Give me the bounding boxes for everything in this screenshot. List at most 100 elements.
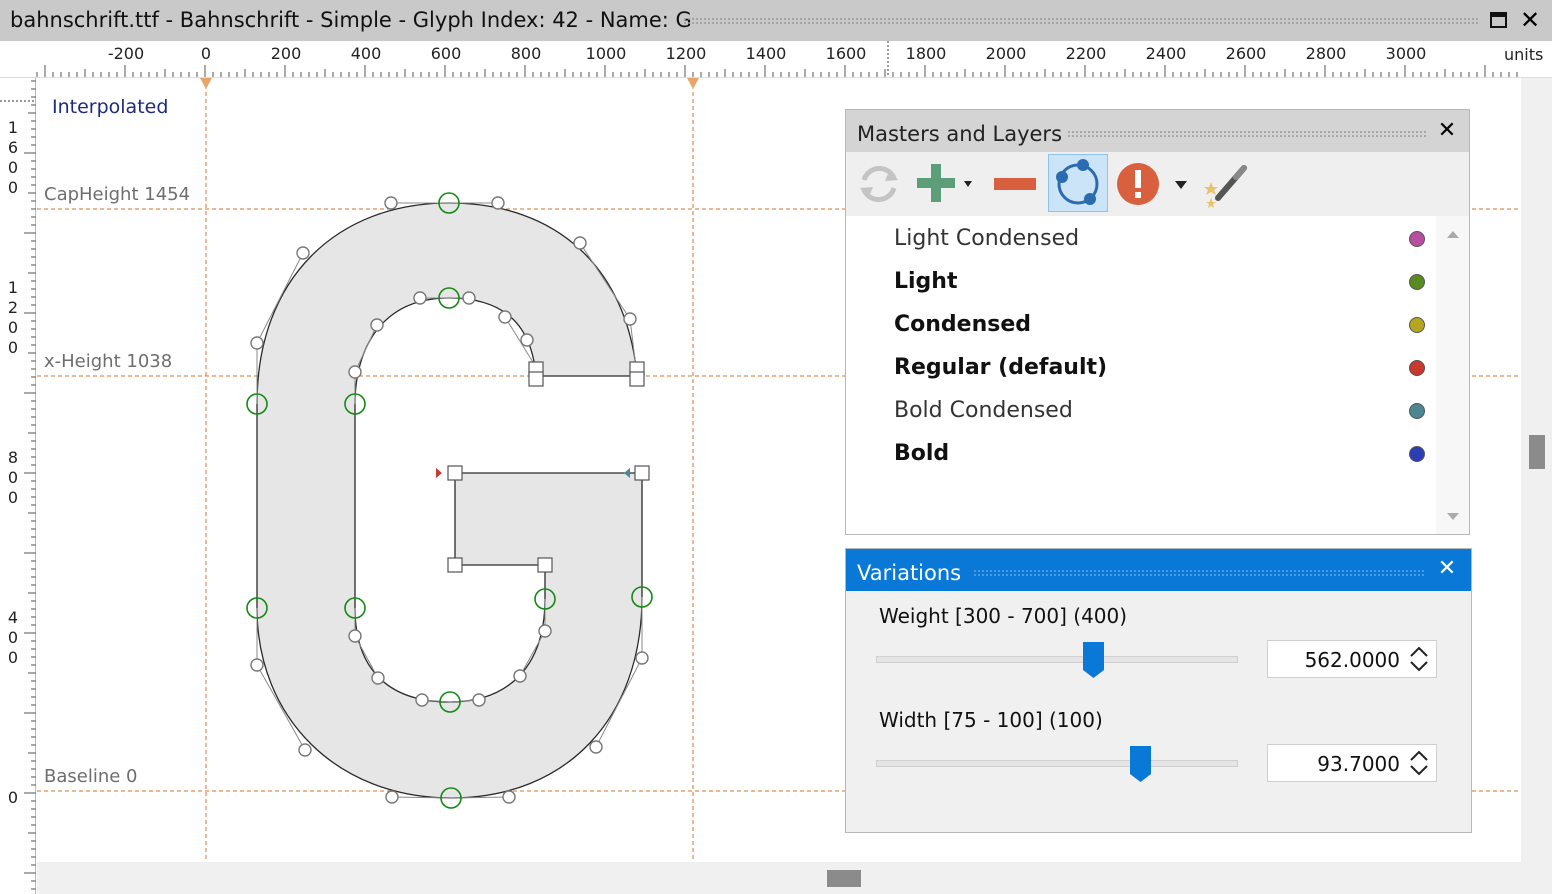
close-icon: ✕ bbox=[1519, 6, 1541, 34]
masters-panel-grip[interactable] bbox=[1067, 130, 1426, 138]
vertical-ruler-digit: 4 bbox=[7, 608, 19, 627]
remove-icon bbox=[994, 178, 1036, 190]
refresh-button[interactable] bbox=[854, 158, 904, 210]
ruler-label: 800 bbox=[510, 44, 542, 63]
maximize-icon bbox=[1490, 12, 1507, 28]
master-item[interactable]: Bold bbox=[894, 441, 949, 466]
capheight-label: CapHeight 1454 bbox=[44, 184, 191, 205]
master-item[interactable]: Bold Condensed bbox=[894, 398, 1073, 423]
ruler-label: 2600 bbox=[1225, 44, 1267, 63]
width-value-field[interactable]: 93.7000 bbox=[1267, 744, 1437, 782]
ruler-label: 2800 bbox=[1305, 44, 1347, 63]
master-color-dot bbox=[1409, 274, 1425, 290]
vertical-ruler-digit: 0 bbox=[7, 788, 19, 807]
vertical-ruler-digit: 2 bbox=[7, 298, 19, 317]
masters-list[interactable]: Light Condensed Light Condensed Regular … bbox=[846, 216, 1436, 534]
close-icon: ✕ bbox=[1437, 556, 1457, 581]
scroll-up-icon bbox=[1447, 231, 1459, 238]
interpolated-label: Interpolated bbox=[52, 96, 169, 118]
vertical-ruler-digit: 0 bbox=[7, 158, 19, 177]
close-window-button[interactable]: ✕ bbox=[1518, 8, 1542, 32]
glyph-outline bbox=[256, 202, 643, 799]
vertical-ruler-digit: 0 bbox=[7, 648, 19, 667]
master-color-dot bbox=[1409, 403, 1425, 419]
ruler-label: 400 bbox=[350, 44, 382, 63]
xheight-label: x-Height 1038 bbox=[44, 351, 173, 372]
origin-marker bbox=[200, 78, 212, 89]
ruler-label: 0 bbox=[200, 44, 212, 63]
vertical-ruler-digit: 0 bbox=[7, 318, 19, 337]
ruler-label: 2400 bbox=[1145, 44, 1187, 63]
ruler-label: 200 bbox=[270, 44, 302, 63]
ruler-label: 2000 bbox=[985, 44, 1027, 63]
vertical-ruler-digit: 0 bbox=[7, 468, 19, 487]
master-color-dot bbox=[1409, 231, 1425, 247]
scroll-down-icon bbox=[1447, 513, 1459, 520]
warnings-button[interactable] bbox=[1116, 158, 1194, 210]
variations-panel-title: Variations bbox=[857, 561, 962, 585]
masters-close-button[interactable]: ✕ bbox=[1434, 118, 1460, 143]
masters-panel-title: Masters and Layers bbox=[857, 122, 1063, 146]
start-point-marker bbox=[436, 468, 442, 478]
vertical-ruler-digit: 0 bbox=[7, 628, 19, 647]
masters-toolbar bbox=[846, 152, 1469, 216]
ruler-label: 1200 bbox=[665, 44, 707, 63]
units-label: units bbox=[1504, 45, 1544, 64]
ruler-label: 2200 bbox=[1065, 44, 1107, 63]
variations-panel: Variations ✕ Weight [300 - 700] (400) 56… bbox=[845, 548, 1472, 833]
baseline-label: Baseline 0 bbox=[44, 766, 138, 787]
window-title: bahnschrift.ttf - Bahnschrift - Simple -… bbox=[10, 8, 692, 32]
title-grip[interactable] bbox=[683, 17, 1478, 25]
masters-scroll-arrows bbox=[1447, 231, 1459, 520]
add-icon bbox=[917, 164, 972, 202]
vertical-ruler-digit: 1 bbox=[7, 118, 19, 137]
maximize-button[interactable] bbox=[1489, 10, 1509, 30]
vertical-ruler: 160012008004000 bbox=[0, 78, 36, 894]
master-item[interactable]: Regular (default) bbox=[894, 355, 1107, 380]
magic-wand-button[interactable] bbox=[1202, 158, 1252, 210]
variations-close-button[interactable]: ✕ bbox=[1434, 556, 1460, 581]
master-color-dot bbox=[1409, 317, 1425, 333]
warning-icon bbox=[1117, 163, 1187, 205]
weight-value: 562.0000 bbox=[1304, 648, 1400, 672]
vertical-ruler-digit: 8 bbox=[7, 448, 19, 467]
weight-value-field[interactable]: 562.0000 bbox=[1267, 640, 1437, 678]
ruler-label: 1400 bbox=[745, 44, 787, 63]
interpolate-button[interactable] bbox=[1048, 154, 1108, 212]
ruler-label: 3000 bbox=[1385, 44, 1427, 63]
width-slider-track[interactable] bbox=[876, 760, 1238, 767]
ruler-label: 1000 bbox=[585, 44, 627, 63]
vertical-ruler-digit: 1 bbox=[7, 278, 19, 297]
spinner-icon[interactable] bbox=[1408, 749, 1430, 777]
master-color-dot bbox=[1409, 360, 1425, 376]
master-color-dot bbox=[1409, 446, 1425, 462]
refresh-icon bbox=[860, 166, 898, 202]
vertical-ruler-digit: 6 bbox=[7, 138, 19, 157]
vertical-scroll-thumb[interactable] bbox=[1529, 435, 1545, 469]
masters-scrollbar[interactable] bbox=[1436, 216, 1469, 534]
horizontal-scrollbar[interactable] bbox=[37, 862, 1552, 894]
master-item[interactable]: Light Condensed bbox=[894, 226, 1079, 251]
master-item[interactable]: Light bbox=[894, 269, 958, 294]
width-slider-thumb[interactable] bbox=[1129, 746, 1151, 782]
weight-slider-thumb[interactable] bbox=[1082, 642, 1104, 678]
add-master-button[interactable] bbox=[912, 158, 978, 210]
width-axis-label: Width [75 - 100] (100) bbox=[879, 708, 1103, 732]
spinner-icon[interactable] bbox=[1408, 645, 1430, 673]
weight-slider-track[interactable] bbox=[876, 656, 1238, 663]
ruler-label: 600 bbox=[430, 44, 462, 63]
ruler-label: 1600 bbox=[825, 44, 867, 63]
weight-axis-label: Weight [300 - 700] (400) bbox=[879, 604, 1128, 628]
vertical-ruler-digit: 0 bbox=[7, 488, 19, 507]
vertical-ruler-digit: 0 bbox=[7, 178, 19, 197]
variations-panel-grip[interactable] bbox=[973, 569, 1425, 577]
ruler-label: 1800 bbox=[905, 44, 947, 63]
vertical-scrollbar[interactable] bbox=[1521, 78, 1552, 862]
interpolate-icon bbox=[1056, 159, 1099, 205]
horizontal-scroll-thumb[interactable] bbox=[827, 870, 861, 887]
masters-panel: Masters and Layers ✕ Light Condensed Lig… bbox=[845, 109, 1470, 535]
master-item[interactable]: Condensed bbox=[894, 312, 1031, 337]
magic-wand-icon bbox=[1204, 165, 1247, 208]
remove-master-button[interactable] bbox=[990, 158, 1040, 210]
horizontal-ruler: -200 0 200 400 600 800 1000 1200 1400 1600 1800 200… bbox=[0, 41, 1552, 78]
